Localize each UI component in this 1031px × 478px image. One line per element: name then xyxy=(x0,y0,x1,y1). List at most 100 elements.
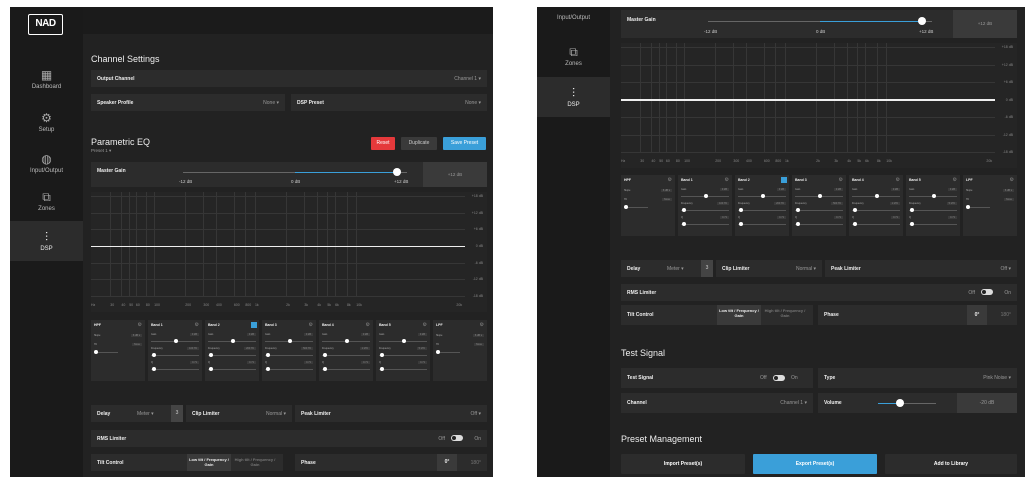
band-slider-track[interactable] xyxy=(322,355,370,356)
tilt-option-high[interactable]: High tilt / Frequency / Gain xyxy=(763,305,807,322)
delay-row[interactable]: Delay Meter ▾ 3 xyxy=(621,260,713,277)
band-field-value[interactable]: 5 kHz xyxy=(416,347,427,350)
band-slider-knob[interactable] xyxy=(853,208,857,212)
band-field-value[interactable]: 0 dB xyxy=(303,333,313,336)
gear-icon[interactable]: ⚙ xyxy=(480,322,484,328)
band-field-value[interactable]: 500 Hz xyxy=(301,347,313,350)
delay-value[interactable]: 3 xyxy=(171,405,183,422)
sidebar-item-setup[interactable]: ⚙ Setup xyxy=(10,108,83,137)
band-slider-knob[interactable] xyxy=(173,339,178,343)
band-field-value[interactable]: 0.71 xyxy=(304,361,313,364)
band-slider-knob[interactable] xyxy=(739,222,743,226)
band-slider-knob[interactable] xyxy=(910,222,914,226)
band-slider-knob[interactable] xyxy=(380,353,384,357)
eq-band-band-4[interactable]: Band 4 ⚙ Gain 0 dB Frequency 1 kHz Q 0.71 xyxy=(849,175,903,236)
clip-limiter-select[interactable]: Normal ▾ xyxy=(266,411,286,417)
band-slider-track[interactable] xyxy=(738,224,786,225)
band-field-value[interactable]: 0 dB xyxy=(417,333,427,336)
gear-icon[interactable]: ⚙ xyxy=(953,177,957,183)
tilt-option-low[interactable]: Low tilt / Frequency / Gain xyxy=(187,454,231,471)
band-field-value[interactable]: None xyxy=(662,198,672,201)
band-slider-knob[interactable] xyxy=(796,208,800,212)
band-field-value[interactable]: 0.71 xyxy=(720,216,729,219)
band-slider-track[interactable] xyxy=(852,224,900,225)
band-slider-knob[interactable] xyxy=(152,353,156,357)
band-field-value[interactable]: 100 Hz xyxy=(187,347,199,350)
preset-select[interactable]: Preset 1 ▾ xyxy=(91,148,111,154)
eq-band-band-1[interactable]: Band 1 ⚙ Gain 0 dB Frequency 100 Hz Q 0.71 xyxy=(678,175,732,236)
band-slider-knob[interactable] xyxy=(380,367,384,371)
band-slider-track[interactable] xyxy=(379,369,427,370)
gear-icon[interactable]: ⚙ xyxy=(896,177,900,183)
band-field-value[interactable]: 0.71 xyxy=(834,216,843,219)
band-slider-knob[interactable] xyxy=(703,194,708,198)
gear-icon[interactable]: ⚙ xyxy=(725,177,729,183)
band-field-value[interactable]: 0 dB xyxy=(719,188,729,191)
band-field-value[interactable]: 6 dB ▾ xyxy=(1002,189,1014,192)
band-slider-knob[interactable] xyxy=(931,194,936,198)
master-gain-value[interactable]: +12 dB xyxy=(953,10,1017,38)
sidebar-item-zones[interactable]: ⧉ Zones xyxy=(537,42,610,71)
add-to-library-button[interactable]: Add to Library xyxy=(885,454,1017,474)
band-slider-knob[interactable] xyxy=(874,194,879,198)
band-field-value[interactable]: 0 dB xyxy=(947,188,957,191)
band-field-value[interactable]: 0 dB xyxy=(189,333,199,336)
dsp-preset-select[interactable]: None ▾ xyxy=(465,100,481,106)
band-slider-track[interactable] xyxy=(681,224,729,225)
test-signal-toggle[interactable] xyxy=(773,375,785,381)
sidebar-item-dsp[interactable]: ⫶ DSP xyxy=(10,221,83,261)
phase-option-180[interactable]: 180° xyxy=(1001,312,1011,318)
eq-band-hpf[interactable]: HPF ⚙ Slope 6 dB ▾ Hz None xyxy=(91,320,145,381)
band-slider-knob[interactable] xyxy=(152,367,156,371)
rms-limiter-toggle[interactable] xyxy=(981,289,993,295)
gear-icon[interactable]: ⚙ xyxy=(366,322,370,328)
tilt-option-low[interactable]: Low tilt / Frequency / Gain xyxy=(717,305,761,325)
duplicate-button[interactable]: Duplicate xyxy=(401,137,437,150)
band-slider-knob[interactable] xyxy=(682,208,686,212)
master-gain-knob[interactable] xyxy=(393,168,401,176)
band-slider-track[interactable] xyxy=(795,210,843,211)
band-field-value[interactable]: 0.71 xyxy=(418,361,427,364)
band-slider-track[interactable] xyxy=(379,355,427,356)
band-field-value[interactable]: 0 dB xyxy=(360,333,370,336)
band-slider-track[interactable] xyxy=(265,369,313,370)
sidebar-item-dsp[interactable]: ⫶ DSP xyxy=(537,77,610,117)
band-slider-knob[interactable] xyxy=(209,367,213,371)
band-field-value[interactable]: 5 kHz xyxy=(946,202,957,205)
clip-limiter-row[interactable]: Clip Limiter Normal ▾ xyxy=(716,260,822,277)
output-channel-select[interactable]: Channel 1 ▾ xyxy=(454,76,481,82)
band-field-value[interactable]: 0.71 xyxy=(190,361,199,364)
band-slider-track[interactable] xyxy=(265,355,313,356)
band-slider-knob[interactable] xyxy=(323,367,327,371)
band-field-value[interactable]: None xyxy=(1004,198,1014,201)
type-row[interactable]: Type Pink Noise ▾ xyxy=(818,368,1017,388)
band-slider-knob[interactable] xyxy=(910,208,914,212)
eq-band-band-5[interactable]: Band 5 ⚙ Gain 0 dB Frequency 5 kHz Q 0.71 xyxy=(906,175,960,236)
band-slider-knob[interactable] xyxy=(739,208,743,212)
tilt-option-high[interactable]: High tilt / Frequency / Gain xyxy=(233,454,277,471)
band-slider-knob[interactable] xyxy=(94,350,98,354)
import-presets-button[interactable]: Import Preset(s) xyxy=(621,454,745,474)
band-field-value[interactable]: 0.71 xyxy=(361,361,370,364)
volume-knob[interactable] xyxy=(896,399,904,407)
band-field-value[interactable]: 0.71 xyxy=(891,216,900,219)
band-selected-indicator[interactable] xyxy=(781,177,787,183)
phase-option-180[interactable]: 180° xyxy=(471,460,481,466)
gear-icon[interactable]: ⚙ xyxy=(309,322,313,328)
band-field-value[interactable]: 0.71 xyxy=(777,216,786,219)
band-slider-knob[interactable] xyxy=(853,222,857,226)
sidebar-item-dashboard[interactable]: ▦ Dashboard xyxy=(10,65,83,94)
gear-icon[interactable]: ⚙ xyxy=(423,322,427,328)
eq-graph[interactable]: Hz 30 40 50 60 80 100 200 300 400 600 800 1k 2k 3k 4k 5k… xyxy=(621,43,1017,168)
eq-band-band-2[interactable]: Band 2 Gain 0 dB Frequency 200 Hz Q 0.71 xyxy=(735,175,789,236)
sidebar-item-input-output[interactable]: Input/Output xyxy=(537,15,610,21)
band-field-value[interactable]: None xyxy=(132,343,142,346)
phase-option-0[interactable]: 0° xyxy=(437,454,457,471)
band-field-value[interactable]: 6 dB ▾ xyxy=(660,189,672,192)
peak-limiter-select[interactable]: Off ▾ xyxy=(1001,266,1011,272)
band-slider-track[interactable] xyxy=(151,355,199,356)
band-slider-knob[interactable] xyxy=(817,194,822,198)
band-field-value[interactable]: 500 Hz xyxy=(831,202,843,205)
peak-limiter-select[interactable]: Off ▾ xyxy=(471,411,481,417)
band-field-value[interactable]: 0 dB xyxy=(246,333,256,336)
